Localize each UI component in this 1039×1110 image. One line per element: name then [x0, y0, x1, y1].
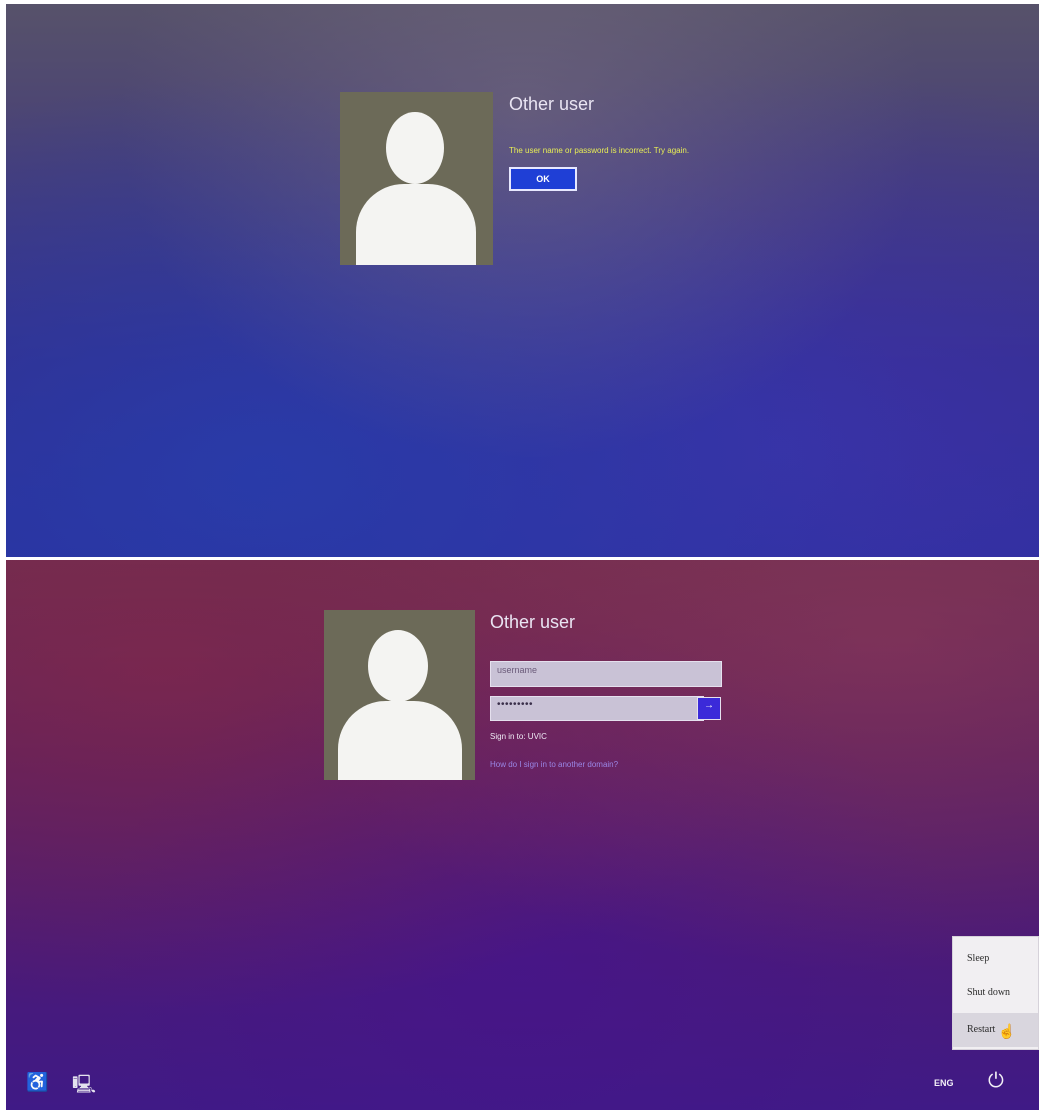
avatar-body-icon — [356, 184, 476, 265]
user-avatar — [340, 92, 493, 265]
ok-button[interactable]: OK — [509, 167, 577, 191]
power-menu-shut-down[interactable]: Shut down — [953, 981, 1038, 1005]
sign-in-domain-label: Sign in to: UVIC — [490, 732, 547, 741]
mouse-cursor-icon: ☝ — [998, 1023, 1016, 1039]
login-screen-error: Other user The user name or password is … — [6, 4, 1039, 557]
power-menu-restart[interactable]: Restart — [953, 1013, 1038, 1047]
power-menu-sleep[interactable]: Sleep — [953, 947, 1038, 971]
ease-of-access-icon[interactable]: ♿ — [26, 1072, 48, 1093]
username-input[interactable]: username — [490, 661, 722, 687]
login-screen-signin: Other user username ••••••••• → Sign in … — [6, 560, 1039, 1110]
user-avatar — [324, 610, 475, 780]
submit-arrow-button[interactable]: → — [697, 697, 721, 720]
user-title: Other user — [509, 94, 595, 114]
error-message: The user name or password is incorrect. … — [509, 146, 690, 155]
power-icon[interactable]: ⏻ — [988, 1070, 1004, 1093]
language-indicator[interactable]: ENG — [934, 1078, 954, 1088]
avatar-body-icon — [338, 701, 462, 780]
user-title: Other user — [490, 612, 576, 632]
avatar-head-icon — [368, 630, 428, 702]
avatar-head-icon — [386, 112, 444, 184]
other-domain-link[interactable]: How do I sign in to another domain? — [490, 760, 618, 769]
password-input[interactable]: ••••••••• — [490, 696, 704, 721]
network-icon[interactable]: 🖳 — [72, 1072, 96, 1102]
power-menu: Sleep Shut down Restart — [952, 936, 1039, 1050]
